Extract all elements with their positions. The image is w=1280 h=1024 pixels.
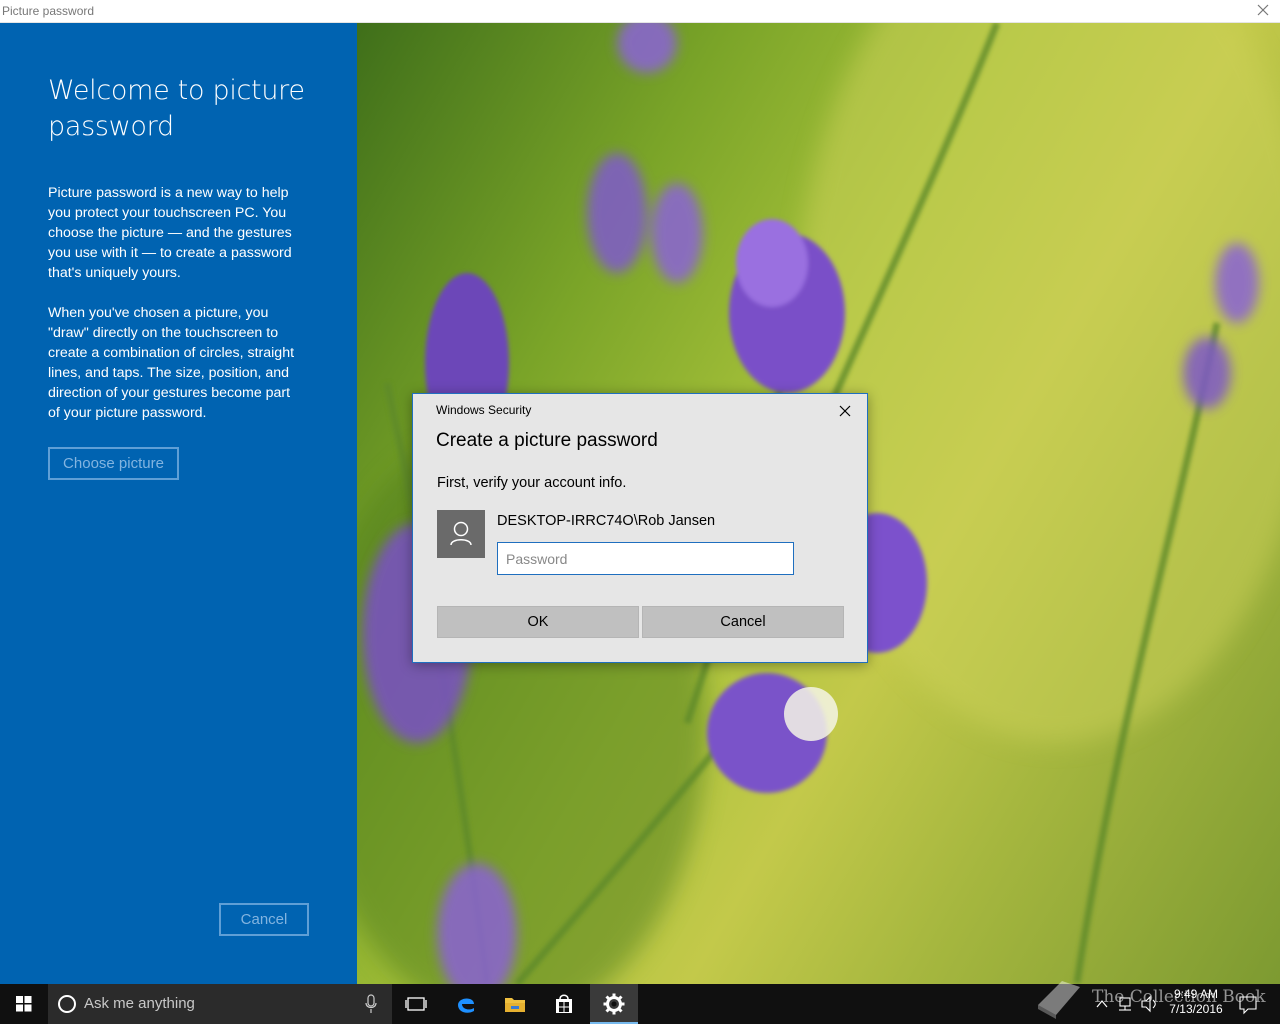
account-name: DESKTOP-IRRC74O\Rob Jansen: [497, 513, 716, 529]
task-view-icon: [405, 997, 427, 1011]
cortana-icon: [58, 995, 76, 1013]
store-icon: [556, 994, 572, 1013]
dialog-close-button[interactable]: [833, 400, 857, 422]
choose-picture-button[interactable]: Choose picture: [48, 447, 179, 480]
touch-indicator: [784, 687, 838, 741]
intro-paragraph-1: Picture password is a new way to help yo…: [48, 185, 292, 281]
watermark-text: The Collection Book: [1092, 987, 1266, 1007]
dialog-subtitle: First, verify your account info.: [437, 475, 627, 491]
microphone-icon[interactable]: [364, 994, 378, 1014]
panel-cancel-button[interactable]: Cancel: [219, 903, 309, 936]
task-view-button[interactable]: [392, 984, 440, 1024]
settings-button[interactable]: [590, 984, 638, 1024]
start-button[interactable]: [0, 984, 48, 1024]
edge-icon: [458, 998, 474, 1013]
search-box[interactable]: Ask me anything: [48, 984, 392, 1024]
search-placeholder: Ask me anything: [84, 995, 195, 1012]
close-icon: [1257, 4, 1269, 16]
gear-icon: [603, 993, 625, 1015]
book-icon: [1038, 981, 1080, 1019]
watermark: The Collection Book: [1030, 975, 1280, 1024]
dialog-title: Windows Security: [436, 403, 532, 417]
window-titlebar: Picture password: [0, 0, 1280, 23]
dialog-heading: Create a picture password: [436, 430, 658, 451]
ok-button[interactable]: OK: [437, 606, 639, 638]
file-explorer-button[interactable]: [491, 984, 539, 1024]
windows-logo-icon: [16, 996, 32, 1012]
intro-paragraph-2: When you've chosen a picture, you "draw"…: [48, 305, 295, 421]
window-close-button[interactable]: [1252, 1, 1274, 21]
intro-panel: Welcome to picture password Picture pass…: [0, 23, 357, 984]
folder-icon: [505, 998, 525, 1012]
edge-button[interactable]: [442, 984, 490, 1024]
cancel-button[interactable]: Cancel: [642, 606, 844, 638]
user-icon: [450, 521, 472, 546]
windows-security-dialog: Windows Security Create a picture passwo…: [412, 393, 868, 663]
window-title: Picture password: [2, 4, 95, 18]
avatar: [437, 510, 485, 558]
close-icon: [839, 405, 851, 417]
password-input[interactable]: [497, 542, 794, 575]
page-title: Welcome to picture password: [48, 75, 305, 142]
store-button[interactable]: [540, 984, 588, 1024]
